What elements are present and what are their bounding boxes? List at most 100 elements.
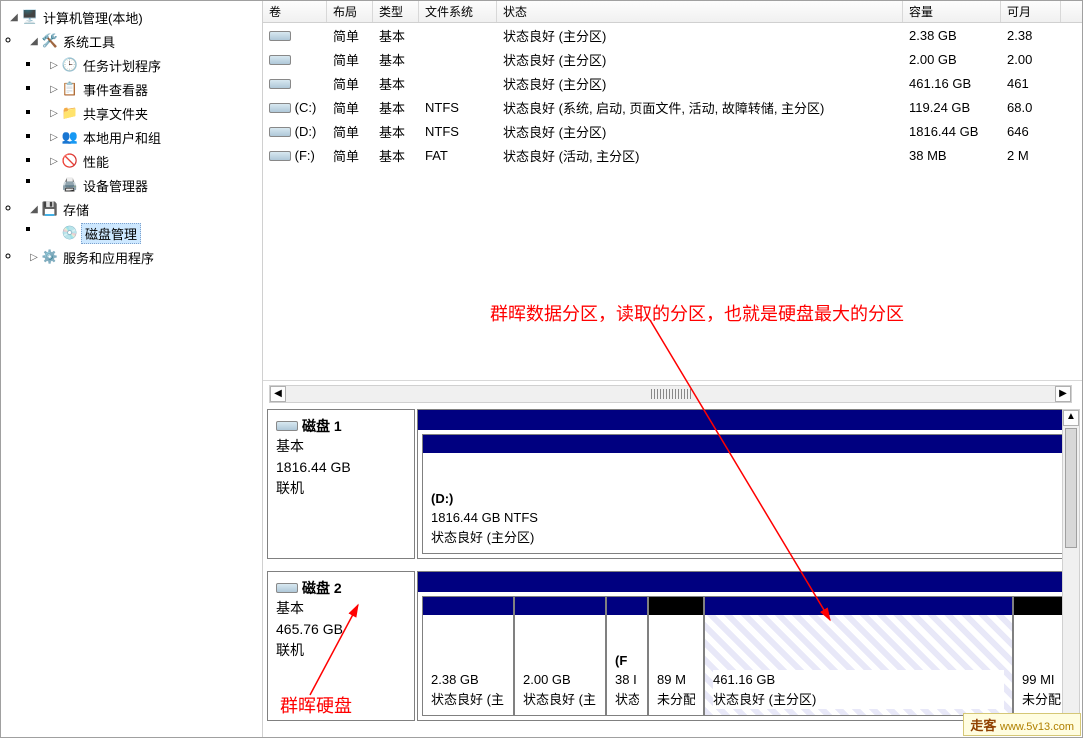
- content-area: 卷 布局 类型 文件系统 状态 容量 可月 简单基本状态良好 (主分区)2.38…: [263, 1, 1082, 737]
- users-icon: 👥: [61, 128, 79, 146]
- partition[interactable]: 2.00 GB状态良好 (主: [514, 596, 606, 716]
- col-layout[interactable]: 布局: [327, 1, 373, 22]
- scroll-left-icon[interactable]: ◀: [270, 386, 286, 402]
- expand-icon[interactable]: ▷: [27, 252, 41, 263]
- volume-row[interactable]: (C:)简单基本NTFS状态良好 (系统, 启动, 页面文件, 活动, 故障转储…: [263, 95, 1082, 119]
- expand-icon[interactable]: ▷: [47, 132, 61, 143]
- cell-type: 基本: [373, 26, 419, 45]
- tree-event-viewer[interactable]: ▷📋事件查看器: [41, 77, 262, 101]
- collapse-icon[interactable]: ◢: [27, 204, 41, 215]
- disk-info-box[interactable]: 磁盘 1 基本 1816.44 GB 联机: [267, 409, 415, 559]
- col-volume[interactable]: 卷: [263, 1, 327, 22]
- scroll-grip-icon: [651, 389, 691, 399]
- partition-size: 99 MI: [1022, 672, 1055, 687]
- partition-selected[interactable]: 461.16 GB 状态良好 (主分区): [704, 596, 1013, 716]
- scroll-up-icon[interactable]: ▲: [1063, 410, 1079, 426]
- tree-services-apps[interactable]: ▷ ⚙️ 服务和应用程序: [21, 245, 262, 269]
- partition[interactable]: 2.38 GB状态良好 (主: [422, 596, 514, 716]
- col-filesystem[interactable]: 文件系统: [419, 1, 497, 22]
- tree-task-scheduler[interactable]: ▷🕒任务计划程序: [41, 53, 262, 77]
- partition-unallocated[interactable]: 89 M未分配: [648, 596, 704, 716]
- disk-name: 磁盘 2: [302, 578, 342, 598]
- tree-label: 设备管理器: [81, 176, 150, 195]
- collapse-icon[interactable]: ◢: [7, 12, 21, 23]
- tree-label: 计算机管理(本地): [41, 8, 145, 27]
- cell-type: 基本: [373, 98, 419, 117]
- cell-status: 状态良好 (主分区): [497, 74, 903, 93]
- vertical-scrollbar[interactable]: ▲ ▼: [1062, 409, 1080, 733]
- scroll-thumb[interactable]: [1065, 428, 1077, 548]
- tree-performance[interactable]: ▷🚫性能: [41, 149, 262, 173]
- tree-label: 本地用户和组: [81, 128, 163, 147]
- expand-icon[interactable]: ▷: [47, 84, 61, 95]
- disk-info-box[interactable]: 磁盘 2 基本 465.76 GB 联机: [267, 571, 415, 721]
- collapse-icon[interactable]: ◢: [27, 36, 41, 47]
- scroll-right-icon[interactable]: ▶: [1055, 386, 1071, 402]
- cell-capacity: 38 MB: [903, 148, 1001, 163]
- partition-size: 38 I: [615, 672, 637, 687]
- partition-size: 2.38 GB: [431, 672, 479, 687]
- volume-row[interactable]: 简单基本状态良好 (主分区)2.00 GB2.00: [263, 47, 1082, 71]
- volume-row[interactable]: (F:)简单基本FAT状态良好 (活动, 主分区)38 MB2 M: [263, 143, 1082, 167]
- cell-layout: 简单: [327, 26, 373, 45]
- scroll-track[interactable]: [286, 389, 1055, 399]
- volume-icon: [269, 103, 291, 113]
- disk-icon: [276, 421, 298, 431]
- storage-icon: 💾: [41, 200, 59, 218]
- tree-device-manager[interactable]: 🖨️设备管理器: [41, 173, 262, 197]
- cell-fs: FAT: [419, 148, 497, 163]
- tree-label: 服务和应用程序: [61, 248, 156, 267]
- partition-d[interactable]: (D:) 1816.44 GB NTFS 状态良好 (主分区): [422, 434, 1073, 554]
- partition-label: (F: [615, 653, 627, 668]
- nav-tree: ◢ 🖥️ 计算机管理(本地) ◢ 🛠️ 系统工具 ▷🕒任务计划程序 ▷📋事件: [1, 1, 263, 737]
- cell-available: 646: [1001, 124, 1061, 139]
- volume-row[interactable]: (D:)简单基本NTFS状态良好 (主分区)1816.44 GB646: [263, 119, 1082, 143]
- volume-icon: [269, 31, 291, 41]
- tree-local-users[interactable]: ▷👥本地用户和组: [41, 125, 262, 149]
- expand-icon[interactable]: ▷: [47, 108, 61, 119]
- watermark-url: www.5v13.com: [1000, 721, 1074, 733]
- partition-f[interactable]: (F38 I状态: [606, 596, 648, 716]
- horizontal-scrollbar[interactable]: ◀ ▶: [269, 385, 1072, 403]
- cell-type: 基本: [373, 74, 419, 93]
- col-type[interactable]: 类型: [373, 1, 419, 22]
- cell-capacity: 461.16 GB: [903, 76, 1001, 91]
- volume-icon: [269, 127, 291, 137]
- partition-status: 状态良好 (主分区): [713, 692, 816, 707]
- volume-list: 卷 布局 类型 文件系统 状态 容量 可月 简单基本状态良好 (主分区)2.38…: [263, 1, 1082, 381]
- cell-type: 基本: [373, 146, 419, 165]
- disk-type: 基本: [276, 436, 406, 457]
- cell-capacity: 2.38 GB: [903, 28, 1001, 43]
- col-status[interactable]: 状态: [497, 1, 903, 22]
- tree-storage[interactable]: ◢ 💾 存储: [21, 197, 262, 221]
- col-capacity[interactable]: 容量: [903, 1, 1001, 22]
- partition-size: 89 M: [657, 672, 686, 687]
- cell-layout: 简单: [327, 74, 373, 93]
- volume-row[interactable]: 简单基本状态良好 (主分区)2.38 GB2.38: [263, 23, 1082, 47]
- folder-shared-icon: 📁: [61, 104, 79, 122]
- tree-root[interactable]: ◢ 🖥️ 计算机管理(本地): [1, 5, 262, 29]
- partition-size: 1816.44 GB NTFS: [431, 510, 538, 525]
- cell-layout: 简单: [327, 122, 373, 141]
- col-available[interactable]: 可月: [1001, 1, 1061, 22]
- cell-status: 状态良好 (活动, 主分区): [497, 146, 903, 165]
- clock-icon: 🕒: [61, 56, 79, 74]
- cell-type: 基本: [373, 122, 419, 141]
- cell-available: 2 M: [1001, 148, 1061, 163]
- tree-label: 性能: [81, 152, 111, 171]
- expand-icon[interactable]: ▷: [47, 60, 61, 71]
- tree-disk-management[interactable]: 💿磁盘管理: [41, 221, 262, 245]
- disk-stripe: [418, 410, 1077, 430]
- cell-status: 状态良好 (主分区): [497, 122, 903, 141]
- disk-size: 1816.44 GB: [276, 457, 406, 478]
- watermark-name: 走客: [970, 718, 996, 733]
- volume-row[interactable]: 简单基本状态良好 (主分区)461.16 GB461: [263, 71, 1082, 95]
- performance-icon: 🚫: [61, 152, 79, 170]
- partition-status: 未分配: [1022, 692, 1061, 707]
- expand-icon[interactable]: ▷: [47, 156, 61, 167]
- tree-system-tools[interactable]: ◢ 🛠️ 系统工具: [21, 29, 262, 53]
- partition-size: 461.16 GB: [713, 672, 775, 687]
- tree-label: 存储: [61, 200, 91, 219]
- tree-shared-folders[interactable]: ▷📁共享文件夹: [41, 101, 262, 125]
- cell-layout: 简单: [327, 146, 373, 165]
